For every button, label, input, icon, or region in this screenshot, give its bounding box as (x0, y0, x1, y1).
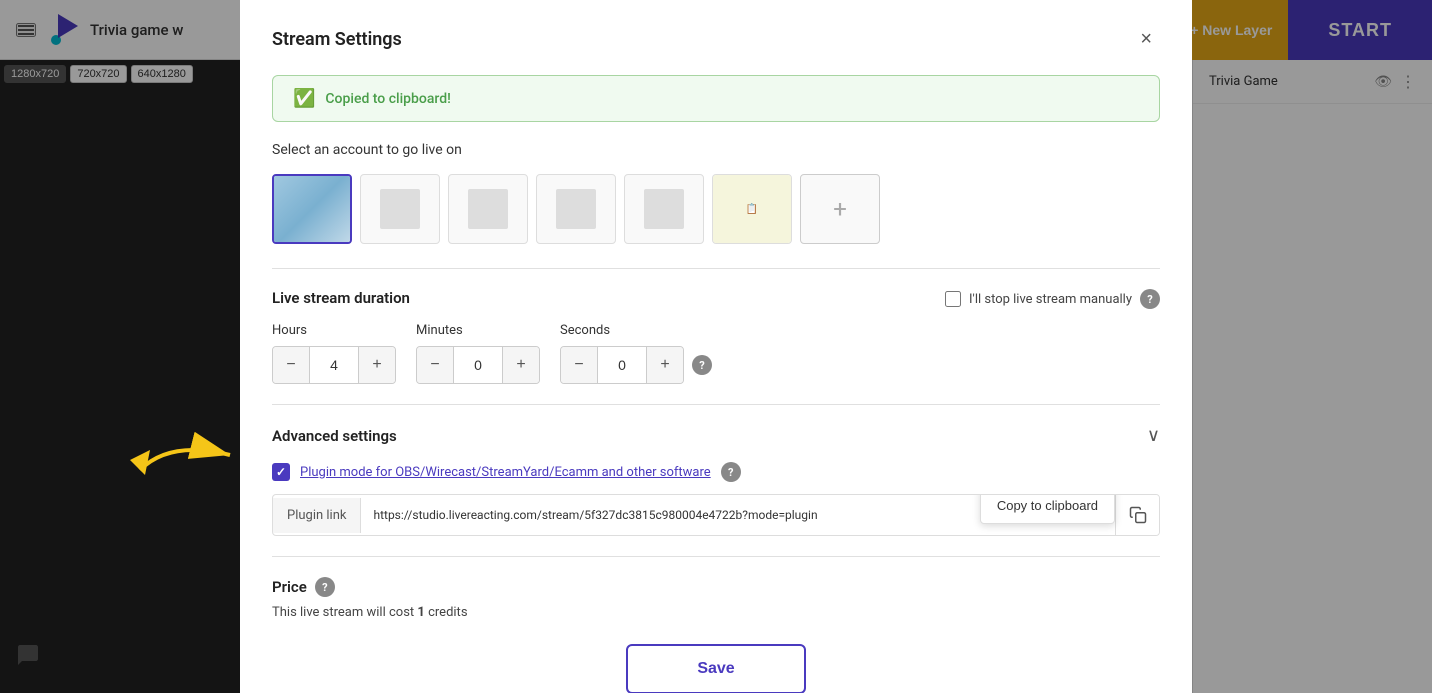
duration-left: Live stream duration Hours − + Minutes − (272, 289, 712, 384)
live-stream-duration-section: Live stream duration Hours − + Minutes − (272, 289, 1160, 384)
hours-increment-button[interactable]: + (359, 347, 395, 383)
account-thumbnails: 📋 + (272, 174, 1160, 244)
hours-decrement-button[interactable]: − (273, 347, 309, 383)
minutes-label: Minutes (416, 323, 540, 338)
minutes-decrement-button[interactable]: − (417, 347, 453, 383)
thumb-image-2 (380, 189, 420, 229)
duration-fields: Hours − + Minutes − + (272, 323, 712, 384)
thumb-image-5 (644, 189, 684, 229)
price-help-icon[interactable]: ? (315, 577, 335, 597)
divider-2 (272, 404, 1160, 405)
hours-input[interactable] (309, 347, 359, 383)
price-title-row: Price ? (272, 577, 1160, 597)
live-stream-duration-title: Live stream duration (272, 289, 712, 307)
success-toast: ✅ Copied to clipboard! (272, 75, 1160, 122)
thumb-image-3 (468, 189, 508, 229)
select-account-label: Select an account to go live on (272, 142, 1160, 158)
price-text-prefix: This live stream will cost (272, 605, 417, 620)
manual-stop-help-icon[interactable]: ? (1140, 289, 1160, 309)
account-thumb-3[interactable] (448, 174, 528, 244)
save-button[interactable]: Save (626, 644, 806, 693)
hours-stepper: − + (272, 346, 396, 384)
hours-field: Hours − + (272, 323, 396, 384)
plugin-mode-label[interactable]: Plugin mode for OBS/Wirecast/StreamYard/… (300, 465, 711, 480)
account-thumb-2[interactable] (360, 174, 440, 244)
modal-header: Stream Settings × (272, 24, 1160, 55)
manual-stop-checkbox[interactable] (945, 291, 961, 307)
minutes-input[interactable] (453, 347, 503, 383)
copy-link-button[interactable]: Copy to clipboard (1115, 495, 1159, 535)
plugin-mode-help-icon[interactable]: ? (721, 462, 741, 482)
success-check-icon: ✅ (293, 88, 315, 109)
seconds-decrement-button[interactable]: − (561, 347, 597, 383)
divider-3 (272, 556, 1160, 557)
seconds-stepper: − + (560, 346, 684, 384)
account-thumb-1[interactable] (272, 174, 352, 244)
minutes-stepper: − + (416, 346, 540, 384)
modal-close-button[interactable]: × (1132, 24, 1160, 55)
thumb-image-1 (274, 176, 350, 242)
thumb-image-4 (556, 189, 596, 229)
price-credits: 1 (417, 605, 424, 620)
account-thumb-4[interactable] (536, 174, 616, 244)
plugin-link-label: Plugin link (273, 498, 361, 533)
seconds-field: Seconds − + ? (560, 323, 712, 384)
price-text-suffix: credits (425, 605, 468, 620)
stream-settings-modal: Stream Settings × ✅ Copied to clipboard!… (240, 0, 1192, 693)
chevron-down-icon: ∨ (1147, 425, 1160, 446)
success-toast-text: Copied to clipboard! (325, 91, 450, 107)
account-thumb-notes[interactable]: 📋 (712, 174, 792, 244)
hours-label: Hours (272, 323, 396, 338)
seconds-label: Seconds (560, 323, 712, 338)
account-thumb-5[interactable] (624, 174, 704, 244)
price-title: Price (272, 578, 307, 596)
advanced-settings-header[interactable]: Advanced settings ∨ (272, 425, 1160, 446)
copy-to-clipboard-tooltip: Copy to clipboard (980, 494, 1115, 524)
advanced-settings-title: Advanced settings (272, 427, 397, 445)
minutes-field: Minutes − + (416, 323, 540, 384)
price-section: Price ? This live stream will cost 1 cre… (272, 577, 1160, 620)
account-thumb-add[interactable]: + (800, 174, 880, 244)
modal-title: Stream Settings (272, 29, 402, 50)
price-text: This live stream will cost 1 credits (272, 605, 1160, 620)
duration-help-icon[interactable]: ? (692, 355, 712, 375)
plugin-mode-checkbox[interactable] (272, 463, 290, 481)
manual-stop-label: I'll stop live stream manually (969, 292, 1132, 307)
seconds-input[interactable] (597, 347, 647, 383)
plugin-link-row: Plugin link https://studio.livereacting.… (272, 494, 1160, 536)
thumb-image-notes: 📋 (713, 175, 791, 243)
plugin-mode-row: Plugin mode for OBS/Wirecast/StreamYard/… (272, 462, 1160, 482)
manual-stop-row: I'll stop live stream manually ? (945, 289, 1160, 309)
divider-1 (272, 268, 1160, 269)
minutes-increment-button[interactable]: + (503, 347, 539, 383)
seconds-increment-button[interactable]: + (647, 347, 683, 383)
